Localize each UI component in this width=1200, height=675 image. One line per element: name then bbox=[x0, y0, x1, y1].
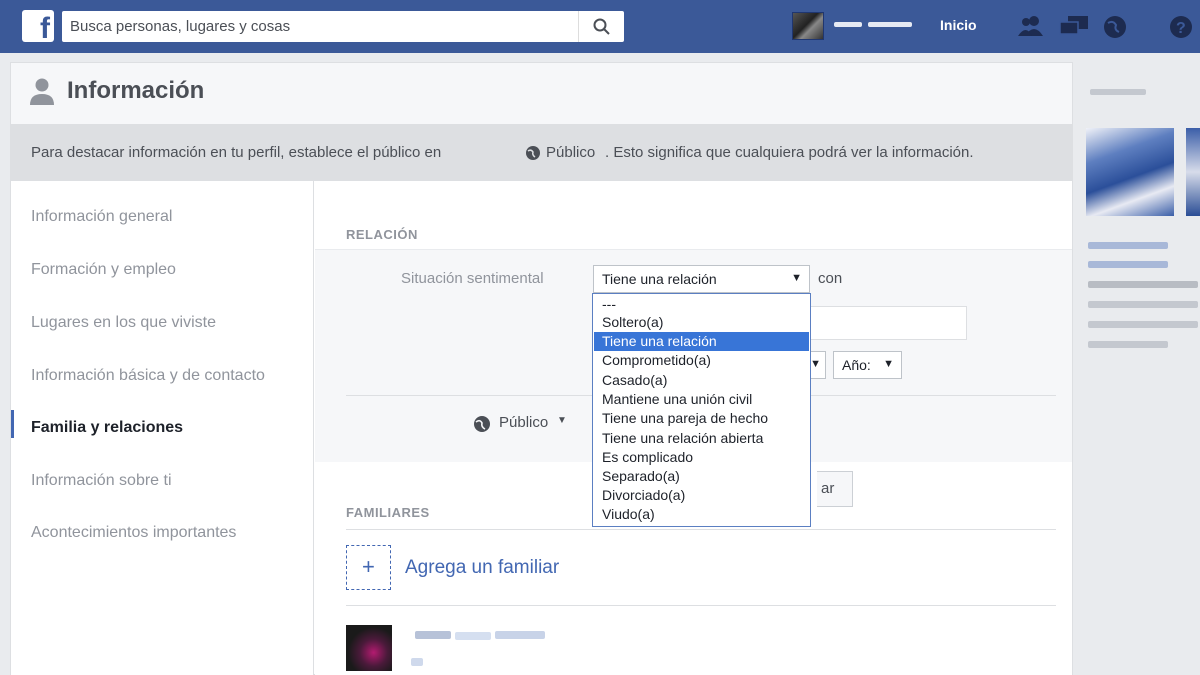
dropdown-option[interactable]: Divorciado(a) bbox=[594, 486, 809, 505]
dropdown-option[interactable]: Mantiene una unión civil bbox=[594, 390, 809, 409]
photo-thumbnail[interactable] bbox=[1186, 128, 1200, 216]
sidebar-item-places[interactable]: Lugares en los que viviste bbox=[31, 314, 216, 332]
right-column bbox=[1074, 55, 1200, 675]
save-button[interactable]: ar bbox=[817, 471, 853, 507]
notice-audience: Público bbox=[546, 144, 596, 161]
dropdown-option[interactable]: Comprometido(a) bbox=[594, 351, 809, 370]
dropdown-option[interactable]: Separado(a) bbox=[594, 467, 809, 486]
right-text-blurred bbox=[1088, 281, 1198, 288]
right-text-blurred bbox=[1088, 321, 1198, 328]
right-text-blurred bbox=[1088, 242, 1168, 249]
add-family-icon[interactable]: + bbox=[346, 545, 391, 590]
globe-icon bbox=[474, 416, 490, 432]
sidebar-item-details[interactable]: Información sobre ti bbox=[31, 472, 172, 490]
sidebar-item-family[interactable]: Familia y relaciones bbox=[31, 419, 183, 437]
sidebar-item-contact-info[interactable]: Información básica y de contacto bbox=[31, 367, 265, 385]
right-heading-blurred bbox=[1090, 89, 1146, 95]
page-title: Información bbox=[67, 77, 205, 104]
family-member-avatar[interactable] bbox=[346, 625, 392, 671]
family-section-title: FAMILIARES bbox=[346, 505, 430, 520]
notice-suffix: . Esto significa que cualquiera podrá ve… bbox=[605, 144, 974, 161]
dropdown-arrow-icon: ▼ bbox=[791, 272, 802, 284]
right-text-blurred bbox=[1088, 341, 1168, 348]
profile-name-blurred[interactable] bbox=[834, 19, 914, 31]
home-link[interactable]: Inicio bbox=[940, 17, 977, 33]
blur-segment bbox=[495, 631, 545, 639]
dropdown-option[interactable]: Soltero(a) bbox=[594, 313, 809, 332]
year-select-label: Año: bbox=[842, 357, 871, 373]
dropdown-arrow-icon: ▼ bbox=[810, 358, 821, 370]
relationship-status-dropdown[interactable]: --- Soltero(a) Tiene una relación Compro… bbox=[592, 293, 811, 527]
year-select[interactable]: Año: ▼ bbox=[833, 351, 902, 379]
right-text-blurred bbox=[1088, 261, 1168, 268]
dropdown-option[interactable]: Viudo(a) bbox=[594, 505, 809, 524]
dropdown-option[interactable]: --- bbox=[594, 295, 809, 314]
sidebar-item-education-work[interactable]: Formación y empleo bbox=[31, 261, 176, 279]
person-icon bbox=[30, 78, 54, 105]
privacy-label: Público bbox=[499, 414, 549, 431]
dropdown-arrow-icon: ▼ bbox=[883, 358, 894, 370]
top-bar: f Inicio ? bbox=[0, 0, 1200, 53]
sidebar-item-overview[interactable]: Información general bbox=[31, 208, 172, 226]
search-button[interactable] bbox=[578, 11, 624, 42]
search-icon bbox=[593, 18, 610, 35]
about-header: Información bbox=[11, 63, 1072, 125]
active-indicator bbox=[11, 410, 14, 438]
dropdown-option[interactable]: Tiene una pareja de hecho bbox=[594, 409, 809, 428]
about-sidebar: Información general Formación y empleo L… bbox=[11, 181, 314, 675]
about-card: Información Para destacar información en… bbox=[10, 62, 1073, 675]
dropdown-option[interactable]: Casado(a) bbox=[594, 371, 809, 390]
dropdown-option-selected[interactable]: Tiene una relación bbox=[594, 332, 809, 351]
caret-down-icon: ▼ bbox=[557, 415, 567, 426]
relationship-status-select[interactable]: Tiene una relación ▼ bbox=[593, 265, 810, 293]
blur-segment bbox=[455, 632, 491, 640]
globe-icon bbox=[526, 146, 540, 160]
family-relation-blurred bbox=[411, 658, 423, 666]
photo-thumbnail[interactable] bbox=[1086, 128, 1174, 216]
right-text-blurred bbox=[1088, 301, 1198, 308]
messages-icon[interactable] bbox=[1058, 14, 1090, 38]
with-label: con bbox=[818, 270, 843, 287]
dropdown-option[interactable]: Tiene una relación abierta bbox=[594, 429, 809, 448]
relationship-section-title: RELACIÓN bbox=[346, 227, 418, 242]
search-box bbox=[62, 11, 624, 42]
status-select-value: Tiene una relación bbox=[602, 271, 717, 287]
privacy-notice: Para destacar información en tu perfil, … bbox=[11, 125, 1072, 181]
svg-text:?: ? bbox=[1176, 20, 1186, 37]
facebook-logo-icon[interactable]: f bbox=[22, 10, 54, 44]
divider bbox=[346, 605, 1056, 606]
divider bbox=[346, 529, 1056, 530]
sidebar-item-life-events[interactable]: Acontecimientos importantes bbox=[31, 524, 236, 542]
family-member-name-blurred[interactable] bbox=[415, 631, 451, 639]
friends-icon[interactable] bbox=[1016, 14, 1046, 38]
status-label: Situación sentimental bbox=[401, 270, 544, 287]
dropdown-option[interactable]: Es complicado bbox=[594, 448, 809, 467]
profile-avatar[interactable] bbox=[792, 12, 824, 40]
globe-icon[interactable] bbox=[1102, 14, 1128, 40]
help-icon[interactable]: ? bbox=[1168, 14, 1194, 40]
add-family-link[interactable]: Agrega un familiar bbox=[405, 557, 559, 579]
notice-prefix: Para destacar información en tu perfil, … bbox=[31, 144, 442, 161]
search-input[interactable] bbox=[62, 11, 582, 42]
day-select[interactable]: ▼ bbox=[810, 351, 826, 379]
partner-name-input[interactable] bbox=[810, 306, 967, 340]
